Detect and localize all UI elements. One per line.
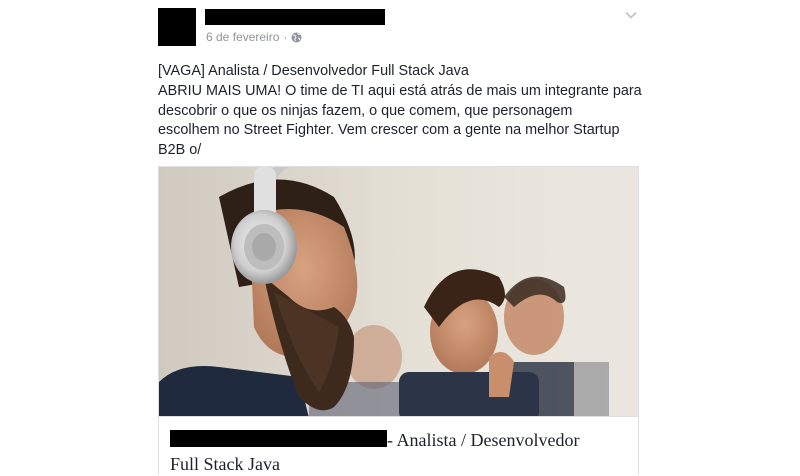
author-name-redacted[interactable] — [205, 9, 385, 25]
photo-illustration — [159, 167, 638, 416]
post-text: [VAGA] Analista / Desenvolvedor Full Sta… — [158, 63, 642, 159]
globe-icon — [291, 32, 302, 43]
link-title-line2: Full Stack Java — [170, 454, 280, 474]
link-title-redacted — [170, 430, 387, 447]
post-meta: 6 de fevereiro · — [206, 30, 302, 44]
meta-separator: · — [283, 30, 288, 44]
chevron-down-icon[interactable] — [624, 8, 638, 22]
link-title-line1: - Analista / Desenvolvedor — [387, 430, 580, 450]
post-photo[interactable] — [158, 166, 639, 417]
post-date[interactable]: 6 de fevereiro — [206, 30, 279, 44]
link-preview-title[interactable]: - Analista / Desenvolvedor Full Stack Ja… — [170, 428, 630, 476]
avatar[interactable] — [158, 8, 196, 46]
